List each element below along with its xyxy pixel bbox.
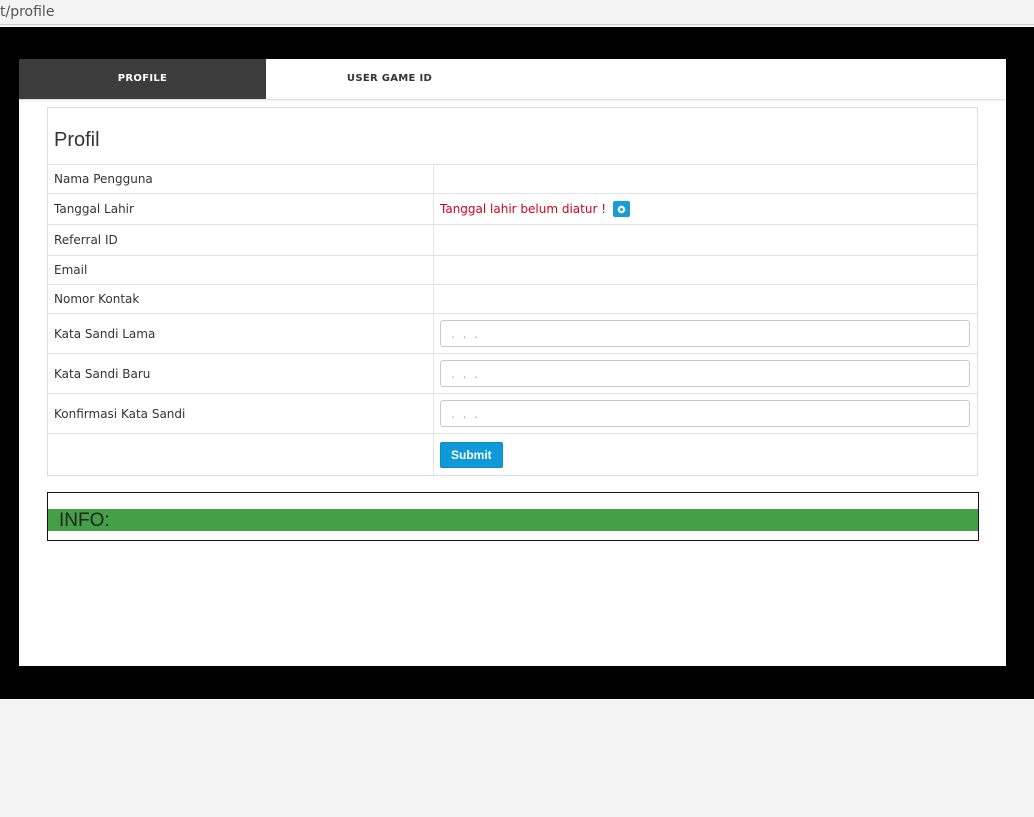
info-bar: INFO:: [48, 509, 978, 531]
page-frame: PROFILE USER GAME ID Profil Nama Penggun…: [0, 27, 1034, 699]
tab-bar: PROFILE USER GAME ID: [19, 59, 1006, 100]
birthdate-value-cell: Tanggal lahir belum diatur !: [434, 194, 977, 224]
confirm-password-input[interactable]: [440, 400, 970, 427]
referral-value: [434, 225, 977, 255]
new-password-input[interactable]: [440, 360, 970, 387]
old-password-cell: [434, 314, 977, 353]
table-row-old-password: Kata Sandi Lama: [48, 314, 977, 354]
profile-table: Profil Nama Pengguna Tanggal Lahir Tangg…: [47, 107, 978, 476]
new-password-cell: [434, 354, 977, 393]
phone-label: Nomor Kontak: [48, 285, 434, 313]
username-label: Nama Pengguna: [48, 165, 434, 193]
info-box: INFO:: [47, 492, 979, 541]
table-row-new-password: Kata Sandi Baru: [48, 354, 977, 394]
table-row-referral: Referral ID: [48, 225, 977, 256]
profile-panel: PROFILE USER GAME ID Profil Nama Penggun…: [19, 59, 1006, 666]
birthdate-settings-button[interactable]: [613, 201, 631, 217]
phone-value: [434, 285, 977, 313]
gear-icon: [617, 204, 627, 214]
browser-address-bar[interactable]: t/profile: [0, 0, 1034, 25]
submit-cell: Submit: [434, 434, 977, 475]
birthdate-label: Tanggal Lahir: [48, 194, 434, 224]
confirm-password-cell: [434, 394, 977, 433]
old-password-input[interactable]: [440, 320, 970, 347]
old-password-label: Kata Sandi Lama: [48, 314, 434, 353]
info-label: INFO:: [59, 510, 110, 531]
url-text: t/profile: [0, 4, 55, 20]
tab-profile[interactable]: PROFILE: [19, 59, 266, 99]
table-row-phone: Nomor Kontak: [48, 285, 977, 314]
table-row-confirm-password: Konfirmasi Kata Sandi: [48, 394, 977, 434]
table-row-username: Nama Pengguna: [48, 165, 977, 194]
table-row-email: Email: [48, 256, 977, 285]
birthdate-warning: Tanggal lahir belum diatur !: [440, 202, 607, 216]
page-title: Profil: [48, 108, 977, 165]
table-row-submit: Submit: [48, 434, 977, 475]
submit-row-spacer: [48, 434, 434, 475]
tab-user-game-id[interactable]: USER GAME ID: [266, 59, 513, 99]
email-label: Email: [48, 256, 434, 284]
username-value: [434, 165, 977, 193]
confirm-password-label: Konfirmasi Kata Sandi: [48, 394, 434, 433]
submit-button[interactable]: Submit: [440, 441, 503, 468]
new-password-label: Kata Sandi Baru: [48, 354, 434, 393]
referral-label: Referral ID: [48, 225, 434, 255]
table-row-birthdate: Tanggal Lahir Tanggal lahir belum diatur…: [48, 194, 977, 225]
email-value: [434, 256, 977, 284]
